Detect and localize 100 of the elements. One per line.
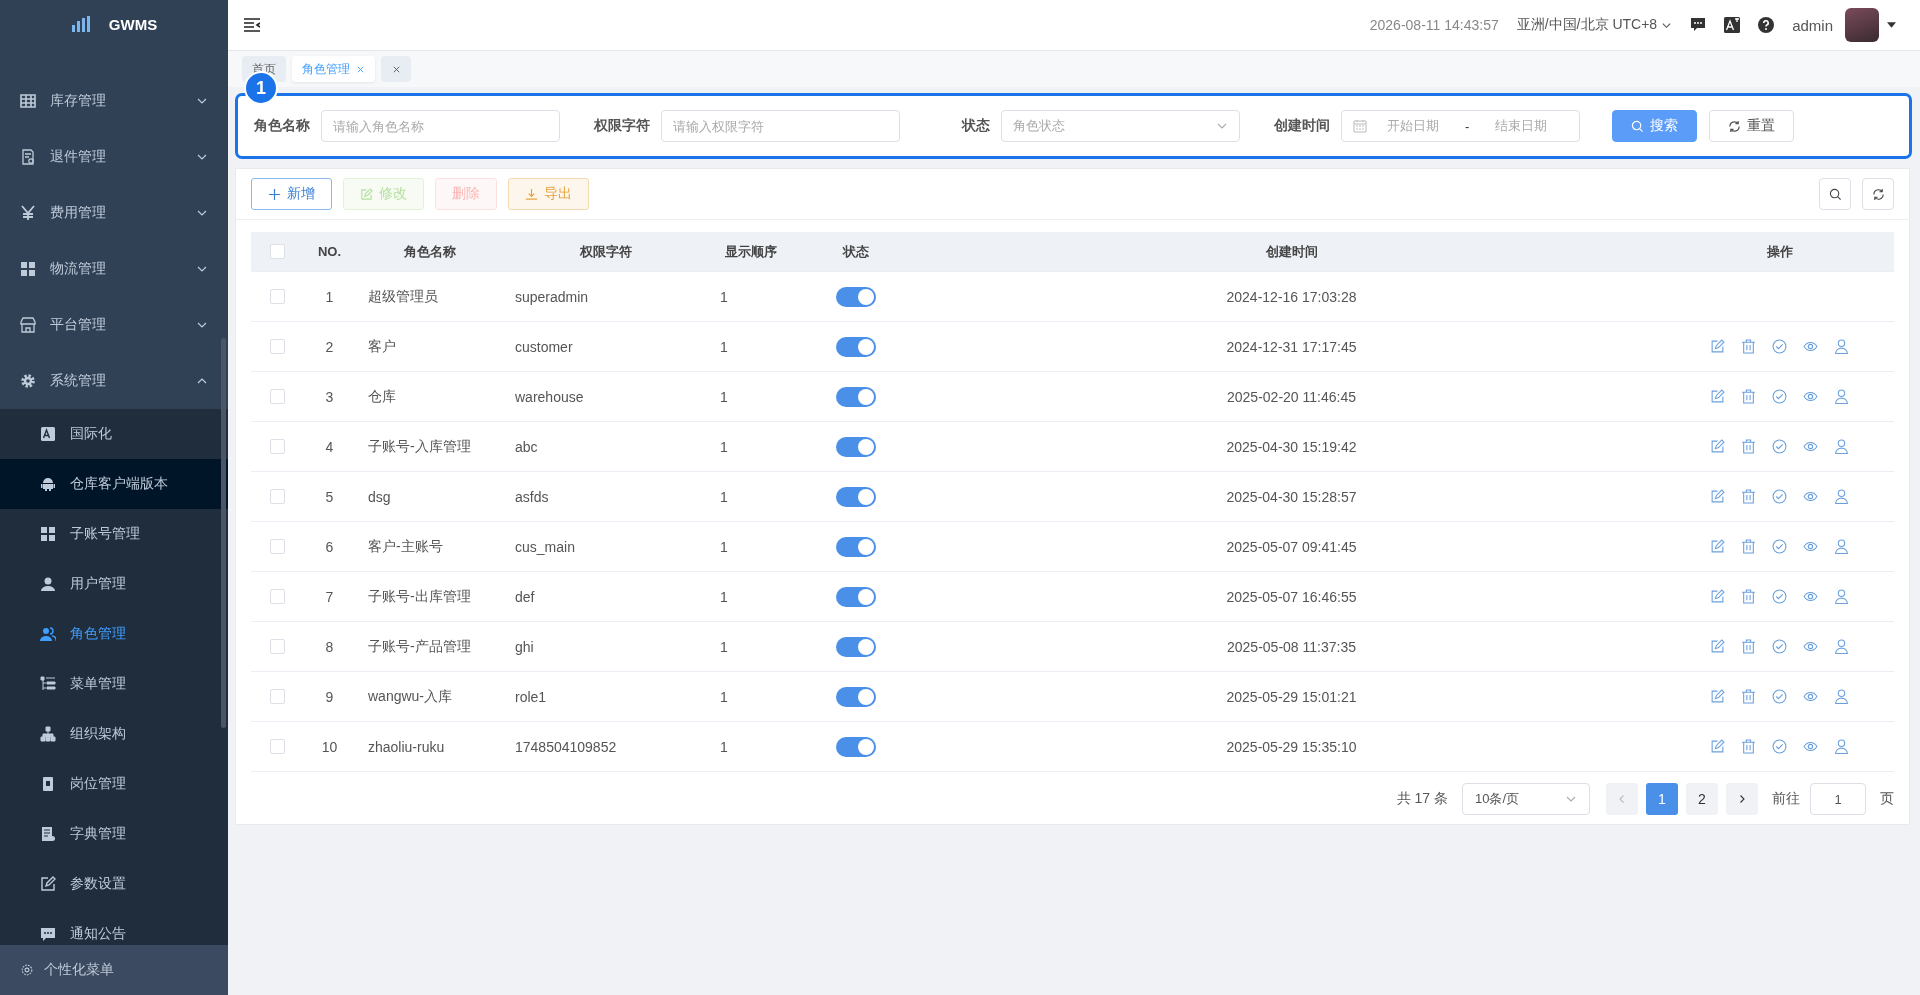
user-icon[interactable] xyxy=(1834,739,1849,754)
menu-group[interactable]: 平台管理 xyxy=(0,297,228,353)
menu-item[interactable]: 子账号管理 xyxy=(0,509,228,559)
edit-icon[interactable] xyxy=(1710,539,1725,554)
menu-group[interactable]: 物流管理 xyxy=(0,241,228,297)
check-circle-icon[interactable] xyxy=(1772,689,1787,704)
status-switch[interactable] xyxy=(835,686,876,707)
check-circle-icon[interactable] xyxy=(1772,739,1787,754)
delete-icon[interactable] xyxy=(1741,389,1756,404)
edit-icon[interactable] xyxy=(1710,339,1725,354)
add-button[interactable]: 新增 xyxy=(251,178,332,210)
menu-icon[interactable] xyxy=(244,18,260,32)
check-circle-icon[interactable] xyxy=(1772,339,1787,354)
eye-icon[interactable] xyxy=(1803,489,1818,504)
eye-icon[interactable] xyxy=(1803,739,1818,754)
eye-icon[interactable] xyxy=(1803,439,1818,454)
avatar-placeholder[interactable] xyxy=(1845,8,1879,42)
check-circle-icon[interactable] xyxy=(1772,539,1787,554)
row-checkbox[interactable] xyxy=(269,339,285,354)
menu-item[interactable]: 仓库客户端版本 xyxy=(0,459,228,509)
eye-icon[interactable] xyxy=(1803,589,1818,604)
delete-icon[interactable] xyxy=(1741,739,1756,754)
menu-item[interactable]: 菜单管理 xyxy=(0,659,228,709)
page-number-input[interactable]: 1 xyxy=(1810,783,1866,815)
search-toggle-button[interactable] xyxy=(1819,178,1851,210)
close-icon[interactable] xyxy=(391,64,401,74)
menu-group[interactable]: 费用管理 xyxy=(0,185,228,241)
menu-item[interactable]: 字典管理 xyxy=(0,809,228,859)
edit-icon[interactable] xyxy=(1710,739,1725,754)
menu-item[interactable]: 角色管理 xyxy=(0,609,228,659)
check-circle-icon[interactable] xyxy=(1772,639,1787,654)
menu-item[interactable]: 岗位管理 xyxy=(0,759,228,809)
help-icon[interactable] xyxy=(1758,17,1775,33)
row-checkbox[interactable] xyxy=(269,389,285,404)
edit-icon[interactable] xyxy=(1710,639,1725,654)
menu-item[interactable]: 参数设置 xyxy=(0,859,228,909)
delete-icon[interactable] xyxy=(1741,639,1756,654)
edit-icon[interactable] xyxy=(1710,689,1725,704)
status-switch[interactable] xyxy=(835,636,876,657)
date-range-field[interactable]: 开始日期 - 结束日期 xyxy=(1341,110,1580,142)
delete-icon[interactable] xyxy=(1741,589,1756,604)
eye-icon[interactable] xyxy=(1803,339,1818,354)
status-switch[interactable] xyxy=(835,336,876,357)
user-icon[interactable] xyxy=(1834,389,1849,404)
menu-item[interactable]: 通知公告 xyxy=(0,909,228,945)
user-icon[interactable] xyxy=(1834,489,1849,504)
username-text[interactable]: admin xyxy=(1792,16,1833,34)
close-icon[interactable] xyxy=(356,64,365,74)
row-checkbox[interactable] xyxy=(269,539,285,554)
status-switch[interactable] xyxy=(835,586,876,607)
user-icon[interactable] xyxy=(1834,339,1849,354)
menu-group[interactable]: 系统管理 xyxy=(0,353,228,409)
row-checkbox[interactable] xyxy=(269,639,285,654)
check-circle-icon[interactable] xyxy=(1772,589,1787,604)
delete-icon[interactable] xyxy=(1741,489,1756,504)
delete-icon[interactable] xyxy=(1741,339,1756,354)
menu-group[interactable]: 库存管理 xyxy=(0,73,228,129)
check-circle-icon[interactable] xyxy=(1772,389,1787,404)
reset-button[interactable]: 重置 xyxy=(1709,110,1794,142)
custom-menu-button[interactable]: 个性化菜单 xyxy=(0,945,228,995)
menu-item[interactable]: 国际化 xyxy=(0,409,228,459)
edit-icon[interactable] xyxy=(1710,439,1725,454)
row-checkbox[interactable] xyxy=(269,739,285,754)
refresh-button[interactable] xyxy=(1862,178,1894,210)
eye-icon[interactable] xyxy=(1803,689,1818,704)
text-input[interactable]: 请输入权限字符 xyxy=(661,110,900,142)
text-input[interactable]: 请输入角色名称 xyxy=(321,110,560,142)
select-all-checkbox[interactable] xyxy=(269,244,285,259)
delete-icon[interactable] xyxy=(1741,539,1756,554)
menu-group[interactable]: 退件管理 xyxy=(0,129,228,185)
next-page-button[interactable] xyxy=(1726,783,1758,815)
status-switch[interactable] xyxy=(835,436,876,457)
menu-item[interactable]: 用户管理 xyxy=(0,559,228,609)
menu-item[interactable]: 组织架构 xyxy=(0,709,228,759)
user-icon[interactable] xyxy=(1834,589,1849,604)
user-icon[interactable] xyxy=(1834,439,1849,454)
delete-icon[interactable] xyxy=(1741,689,1756,704)
eye-icon[interactable] xyxy=(1803,539,1818,554)
delete-icon[interactable] xyxy=(1741,439,1756,454)
eye-icon[interactable] xyxy=(1803,639,1818,654)
user-icon[interactable] xyxy=(1834,639,1849,654)
status-switch[interactable] xyxy=(835,736,876,757)
edit-icon[interactable] xyxy=(1710,389,1725,404)
translate-icon[interactable] xyxy=(1724,17,1741,33)
edit-icon[interactable] xyxy=(1710,489,1725,504)
check-circle-icon[interactable] xyxy=(1772,439,1787,454)
status-switch[interactable] xyxy=(835,486,876,507)
user-icon[interactable] xyxy=(1834,689,1849,704)
row-checkbox[interactable] xyxy=(269,289,285,304)
row-checkbox[interactable] xyxy=(269,589,285,604)
page-number-button[interactable]: 2 xyxy=(1686,783,1718,815)
message-icon[interactable] xyxy=(1690,17,1707,33)
status-switch[interactable] xyxy=(835,536,876,557)
row-checkbox[interactable] xyxy=(269,689,285,704)
status-switch[interactable] xyxy=(835,286,876,307)
edit-icon[interactable] xyxy=(1710,589,1725,604)
caret-icon[interactable] xyxy=(1887,22,1896,28)
eye-icon[interactable] xyxy=(1803,389,1818,404)
check-circle-icon[interactable] xyxy=(1772,489,1787,504)
scrollbar[interactable] xyxy=(221,338,226,728)
